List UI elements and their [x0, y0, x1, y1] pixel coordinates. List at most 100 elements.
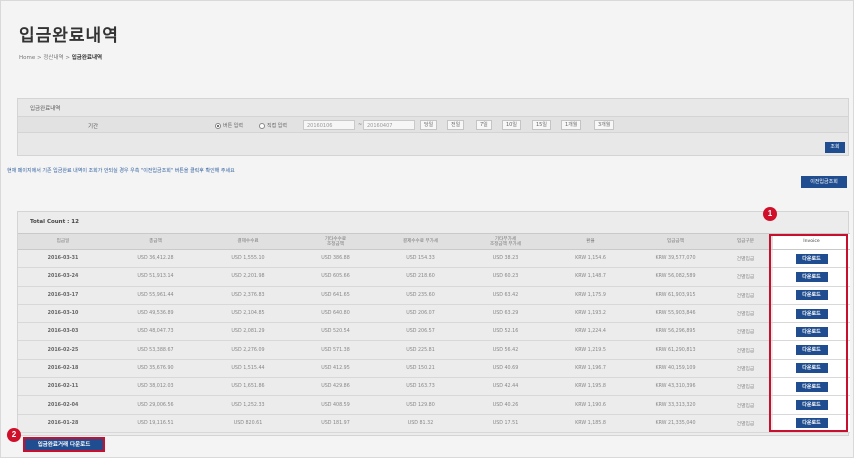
- cell-deposit-date: 2016-01-28: [18, 414, 108, 433]
- cell-deposit-amount: KRW 40,159,109: [633, 359, 718, 379]
- cell-total-amount: USD 48,047.73: [108, 322, 203, 342]
- period-button-1month[interactable]: 1개월: [561, 120, 582, 130]
- table-row: 2016-03-17 USD 55,961.44 USD 2,376.83 USD 6…: [18, 286, 850, 305]
- cell-payment-fee: USD 1,651.86: [203, 377, 293, 397]
- page: 입금완료내역 Home > 정산내역 > 입금완료내역 입금완료내역 기간 버튼…: [0, 0, 854, 458]
- table-row: 2016-03-03 USD 48,047.73 USD 2,081.29 USD 5…: [18, 322, 850, 342]
- page-title: 입금완료내역: [19, 26, 119, 46]
- cell-deposit-amount: KRW 61,903,915: [633, 286, 718, 305]
- end-date-input[interactable]: 20160407: [363, 120, 415, 130]
- search-button[interactable]: 조회: [825, 142, 845, 153]
- cell-deposit-amount: KRW 33,313,320: [633, 395, 718, 415]
- search-panel-title: 입금완료내역: [30, 106, 61, 112]
- period-row: 기간 버튼 입력 직접 입력 20160106 ~ 20160407 당일 전일…: [18, 116, 848, 133]
- table-row: 2016-02-11 USD 38,012.03 USD 1,651.86 USD 4…: [18, 377, 850, 397]
- cell-deposit-type: 건별입금: [718, 267, 773, 287]
- previous-deposit-search-button[interactable]: 이전입금조회: [801, 176, 847, 188]
- cell-other-fee: USD 520.54: [293, 322, 378, 342]
- breadcrumb-separator: >: [65, 55, 70, 61]
- header-deposit-type: 입금구분: [718, 233, 773, 250]
- header-total-amount: 총금액: [108, 233, 203, 250]
- cell-other-fee: USD 412.95: [293, 359, 378, 379]
- search-panel: 입금완료내역 기간 버튼 입력 직접 입력 20160106 ~ 2016040…: [17, 98, 849, 156]
- cell-payment-fee-vat: USD 163.73: [378, 377, 463, 397]
- cell-total-amount: USD 19,116.51: [108, 414, 203, 433]
- bulk-download-button[interactable]: 입금완료거래 다운로드: [23, 437, 105, 452]
- radio-dot-icon: [259, 122, 265, 129]
- header-other-fee-label: 기타수수료 조정금액: [324, 236, 347, 247]
- radio-dot-icon: [215, 122, 221, 129]
- cell-other-vat: USD 17.51: [463, 414, 548, 433]
- cell-total-amount: USD 55,961.44: [108, 286, 203, 305]
- annotation-marker-2: 2: [7, 428, 21, 442]
- header-other-vat: 기타부가세 조정금액 부가세: [463, 233, 548, 250]
- cell-other-vat: USD 40.26: [463, 395, 548, 415]
- cell-other-vat: USD 60.23: [463, 267, 548, 287]
- cell-payment-fee-vat: USD 225.81: [378, 340, 463, 360]
- cell-payment-fee-vat: USD 206.57: [378, 322, 463, 342]
- cell-payment-fee: USD 1,252.33: [203, 395, 293, 415]
- cell-other-vat: USD 38.23: [463, 249, 548, 269]
- header-other-vat-label: 기타부가세 조정금액 부가세: [489, 236, 522, 247]
- cell-payment-fee-vat: USD 235.60: [378, 286, 463, 305]
- period-button-today[interactable]: 당일: [420, 120, 438, 130]
- cell-other-fee: USD 386.88: [293, 249, 378, 269]
- cell-other-vat: USD 63.29: [463, 304, 548, 324]
- cell-total-amount: USD 35,676.90: [108, 359, 203, 379]
- cell-other-vat: USD 63.42: [463, 286, 548, 305]
- cell-exchange-rate: KRW 1,185.8: [548, 414, 633, 433]
- breadcrumb: Home > 정산내역 > 입금완료내역: [19, 53, 102, 61]
- cell-other-vat: USD 40.69: [463, 359, 548, 379]
- cell-payment-fee: USD 2,276.09: [203, 340, 293, 360]
- period-label: 기간: [88, 124, 99, 130]
- radio-button-input[interactable]: 버튼 입력: [215, 122, 243, 129]
- cell-payment-fee-vat: USD 218.60: [378, 267, 463, 287]
- header-payment-fee: 결제수수료: [203, 233, 293, 250]
- table-row: 2016-01-28 USD 19,116.51 USD 820.61 USD 181…: [18, 414, 850, 433]
- breadcrumb-separator: >: [37, 55, 42, 61]
- cell-deposit-type: 건별입금: [718, 249, 773, 269]
- cell-deposit-amount: KRW 39,577,070: [633, 249, 718, 269]
- cell-deposit-date: 2016-03-17: [18, 286, 108, 305]
- table-row: 2016-02-25 USD 53,388.67 USD 2,276.09 USD 5…: [18, 340, 850, 360]
- start-date-input[interactable]: 20160106: [303, 120, 355, 130]
- cell-exchange-rate: KRW 1,190.6: [548, 395, 633, 415]
- header-exchange-rate: 환율: [548, 233, 633, 250]
- cell-payment-fee-vat: USD 206.07: [378, 304, 463, 324]
- table-row: 2016-03-24 USD 51,913.14 USD 2,201.98 USD 6…: [18, 267, 850, 287]
- period-button-7days[interactable]: 7일: [476, 120, 492, 130]
- cell-payment-fee: USD 1,515.44: [203, 359, 293, 379]
- cell-payment-fee: USD 1,555.10: [203, 249, 293, 269]
- cell-deposit-type: 건별입금: [718, 304, 773, 324]
- cell-deposit-type: 건별입금: [718, 359, 773, 379]
- cell-exchange-rate: KRW 1,196.7: [548, 359, 633, 379]
- total-count: Total Count : 12: [30, 219, 79, 225]
- period-button-yesterday[interactable]: 전일: [447, 120, 465, 130]
- cell-total-amount: USD 36,412.28: [108, 249, 203, 269]
- cell-other-fee: USD 641.65: [293, 286, 378, 305]
- invoice-highlight-box: [769, 234, 848, 432]
- table-row: 2016-03-31 USD 36,412.28 USD 1,555.10 USD 3…: [18, 249, 850, 269]
- cell-payment-fee: USD 2,081.29: [203, 322, 293, 342]
- cell-deposit-amount: KRW 43,310,396: [633, 377, 718, 397]
- notice-text: 현재 페이지에서 기존 입금완료 내역이 조회가 안되실 경우 우측 "이전입금…: [7, 168, 235, 174]
- cell-deposit-amount: KRW 56,296,895: [633, 322, 718, 342]
- cell-exchange-rate: KRW 1,195.8: [548, 377, 633, 397]
- breadcrumb-home[interactable]: Home: [19, 55, 35, 61]
- cell-deposit-type: 건별입금: [718, 322, 773, 342]
- cell-total-amount: USD 53,388.67: [108, 340, 203, 360]
- cell-payment-fee: USD 2,201.98: [203, 267, 293, 287]
- breadcrumb-parent[interactable]: 정산내역: [43, 55, 63, 61]
- cell-deposit-amount: KRW 61,290,813: [633, 340, 718, 360]
- annotation-marker-1: 1: [763, 207, 777, 221]
- cell-deposit-type: 건별입금: [718, 414, 773, 433]
- radio-direct-input[interactable]: 직접 입력: [259, 122, 287, 129]
- period-button-15days[interactable]: 15일: [532, 120, 551, 130]
- period-button-3months[interactable]: 3개월: [594, 120, 615, 130]
- period-button-10days[interactable]: 10일: [502, 120, 521, 130]
- cell-total-amount: USD 51,913.14: [108, 267, 203, 287]
- cell-deposit-date: 2016-02-11: [18, 377, 108, 397]
- cell-other-vat: USD 52.16: [463, 322, 548, 342]
- table-row: 2016-03-10 USD 49,536.89 USD 2,104.85 USD 6…: [18, 304, 850, 324]
- cell-exchange-rate: KRW 1,219.5: [548, 340, 633, 360]
